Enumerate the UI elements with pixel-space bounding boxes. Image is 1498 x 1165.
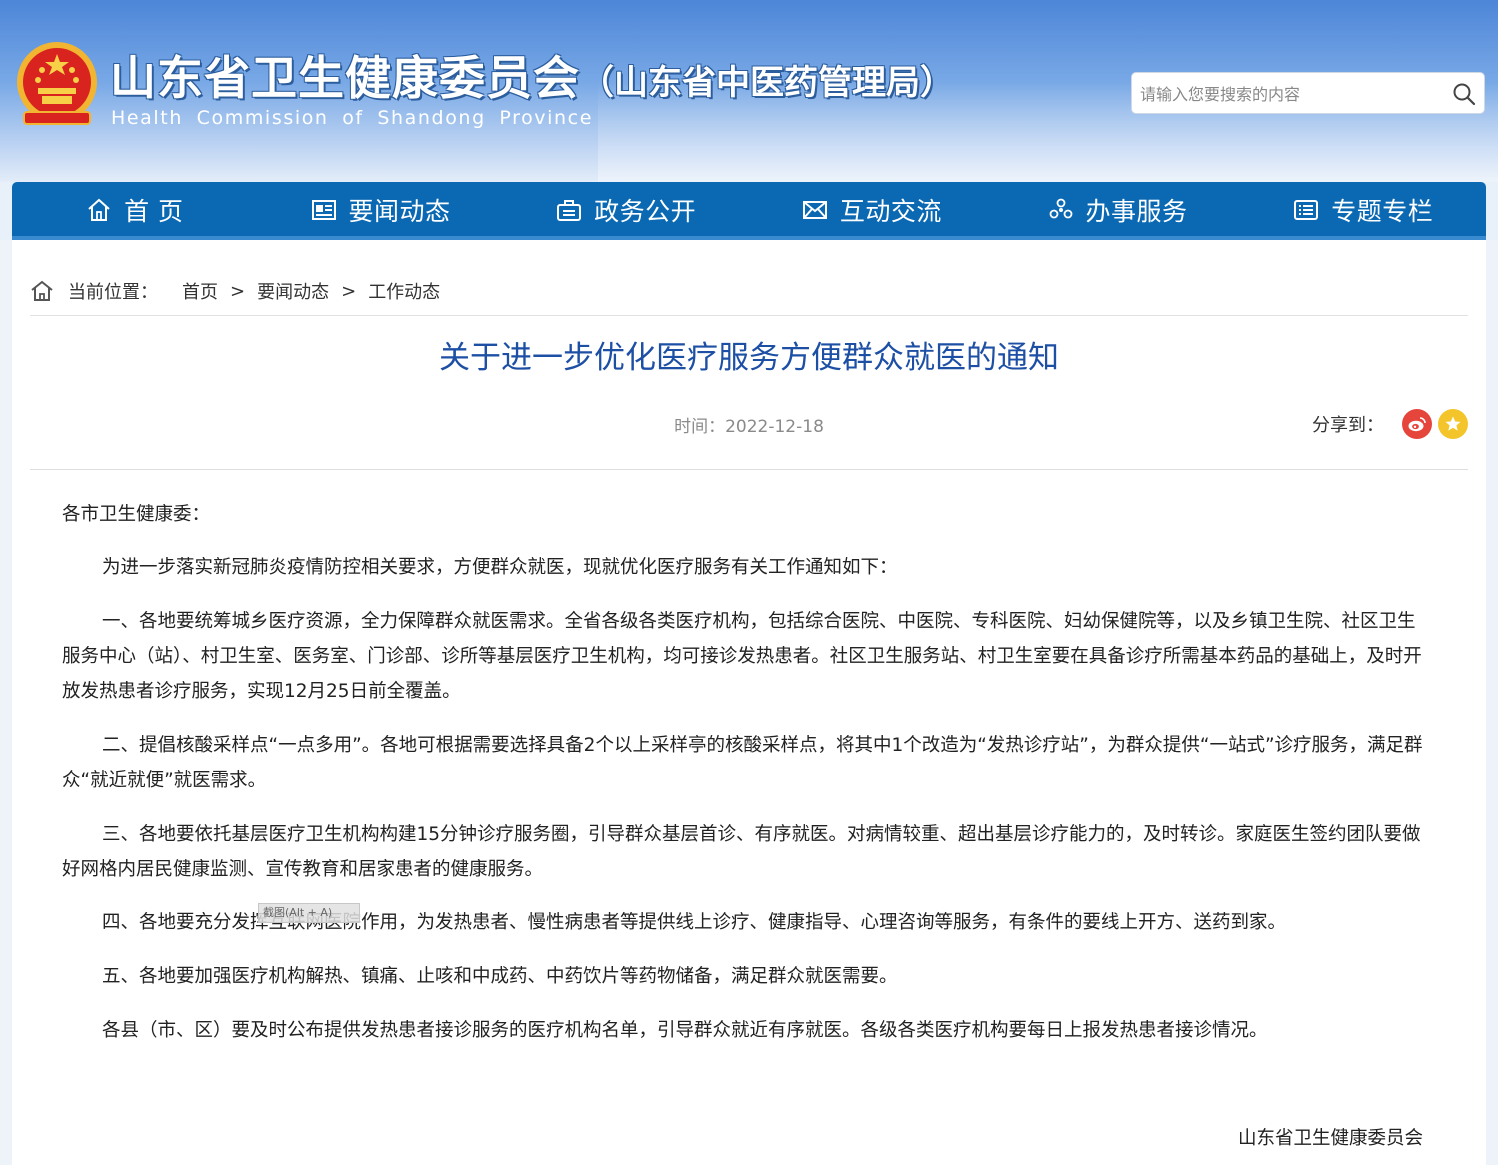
search-icon[interactable]: [1452, 82, 1476, 106]
briefcase-icon: [557, 200, 582, 221]
page-side-left: [0, 240, 12, 1165]
service-icon: [1049, 198, 1072, 219]
page-side-right: [1486, 240, 1498, 1165]
paragraph-6: 各县（市、区）要及时公布提供发热患者接诊服务的医疗机构名单，引导群众就近有序就医…: [102, 1020, 1268, 1041]
divider: [30, 315, 1468, 316]
nav-label: 首 页: [124, 197, 184, 226]
nav-item-news[interactable]: 要闻动态: [258, 182, 504, 238]
nav-item-interaction[interactable]: 互动交流: [749, 182, 995, 238]
site-title-main: 山东省卫生健康委员会: [110, 51, 580, 105]
breadcrumb-link-work-updates[interactable]: 工作动态: [368, 278, 440, 304]
nav-item-gov-affairs[interactable]: 政务公开: [503, 182, 749, 238]
share-bar: 分享到：: [1312, 408, 1468, 440]
national-emblem-icon[interactable]: [14, 40, 100, 130]
nav-label: 专题专栏: [1331, 197, 1434, 226]
signature: 山东省卫生健康委员会: [1238, 1128, 1424, 1149]
publish-time: 时间：2022-12-18: [674, 417, 824, 437]
paragraph-2: 二、提倡核酸采样点“一点多用”。各地可根据需要选择具备2个以上采样亭的核酸采样点…: [62, 735, 1423, 791]
main-nav: 首 页 要闻动态 政务公开 互动交流 办事服务 专题专栏: [12, 182, 1486, 238]
divider: [30, 469, 1468, 470]
nav-label: 要闻动态: [348, 197, 451, 226]
share-weibo-button[interactable]: [1402, 409, 1432, 439]
star-icon: [1445, 416, 1461, 431]
search-input[interactable]: [1140, 81, 1440, 107]
site-title-sub: （山东省中医药管理局）: [580, 63, 954, 103]
article-title: 关于进一步优化医疗服务方便群众就医的通知: [439, 340, 1059, 376]
screenshot-tooltip: 截图(Alt + A): [258, 903, 360, 923]
nav-item-special-columns[interactable]: 专题专栏: [1240, 182, 1486, 238]
nav-item-services[interactable]: 办事服务: [995, 182, 1241, 238]
nav-label: 互动交流: [839, 197, 942, 226]
breadcrumb-link-news[interactable]: 要闻动态: [257, 278, 329, 304]
paragraph-1: 一、各地要统筹城乡医疗资源，全力保障群众就医需求。全省各级各类医疗机构，包括综合…: [62, 611, 1422, 702]
breadcrumb-separator: >: [230, 280, 246, 302]
search-box: [1131, 72, 1485, 114]
breadcrumb-home-icon: [31, 280, 53, 301]
site-header: 山东省卫生健康委员会（山东省中医药管理局） Health Commission …: [0, 0, 1498, 182]
nav-label: 办事服务: [1085, 197, 1188, 226]
weibo-icon: [1408, 417, 1426, 432]
home-icon: [88, 198, 110, 221]
paragraph-5: 五、各地要加强医疗机构解热、镇痛、止咳和中成药、中药饮片等药物储备，满足群众就医…: [102, 966, 898, 987]
paragraph-3: 三、各地要依托基层医疗卫生机构构建15分钟诊疗服务圈，引导群众基层首诊、有序就医…: [62, 824, 1421, 880]
nav-item-home[interactable]: 首 页: [12, 182, 258, 238]
share-label: 分享到：: [1312, 415, 1384, 436]
share-favorite-button[interactable]: [1438, 409, 1468, 439]
site-english-name: Health Commission of Shandong Province: [111, 107, 594, 129]
salutation: 各市卫生健康委：: [62, 504, 211, 525]
news-icon: [311, 200, 336, 220]
breadcrumb-separator: >: [341, 280, 357, 302]
nav-label: 政务公开: [594, 197, 697, 226]
breadcrumb: 当前位置： 首页 > 要闻动态 > 工作动态: [30, 278, 440, 304]
site-title[interactable]: 山东省卫生健康委员会（山东省中医药管理局）: [110, 42, 954, 108]
breadcrumb-label: 当前位置：: [68, 282, 158, 303]
column-icon: [1294, 200, 1319, 220]
paragraph-intro: 为进一步落实新冠肺炎疫情防控相关要求，方便群众就医，现就优化医疗服务有关工作通知…: [102, 557, 898, 578]
mail-icon: [802, 201, 827, 219]
breadcrumb-link-home[interactable]: 首页: [182, 278, 218, 304]
